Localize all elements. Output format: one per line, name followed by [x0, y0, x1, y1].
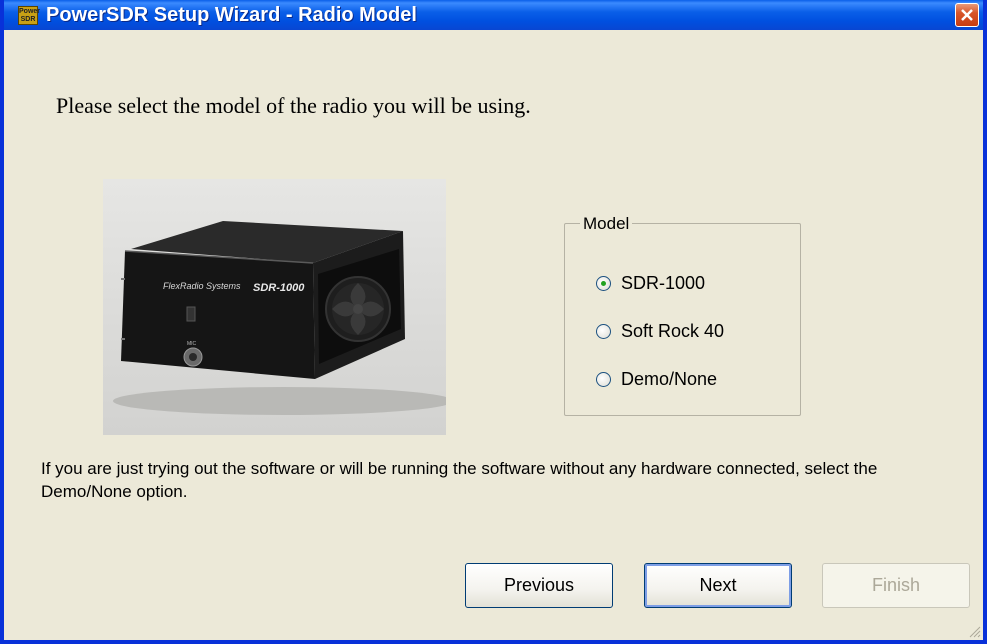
svg-text:MIC: MIC [187, 341, 197, 347]
window-title: PowerSDR Setup Wizard - Radio Model [46, 4, 417, 26]
radio-label-soft-rock-40: Soft Rock 40 [621, 320, 725, 341]
finish-button[interactable]: Finish [822, 563, 970, 608]
radio-photo: FlexRadio Systems SDR-1000 MIC [103, 179, 446, 435]
page-heading: Please select the model of the radio you… [56, 93, 531, 118]
next-button[interactable]: Next [644, 563, 792, 608]
radio-soft-rock-40[interactable]: Soft Rock 40 [596, 320, 724, 342]
radio-button-checked[interactable] [596, 275, 611, 291]
app-icon-text: Power SDR [19, 8, 41, 23]
model-group-legend: Model [580, 214, 633, 234]
title-bar[interactable]: Power SDR PowerSDR Setup Wizard - Radio … [4, 0, 983, 30]
wizard-window: Power SDR PowerSDR Setup Wizard - Radio … [0, 0, 987, 644]
radio-label-demo-none: Demo/None [621, 368, 718, 389]
radio-sdr-1000[interactable]: SDR-1000 [596, 272, 705, 294]
close-icon [961, 9, 973, 21]
powersdr-app-icon: Power SDR [18, 6, 41, 25]
radio-label-sdr-1000: SDR-1000 [621, 272, 706, 293]
radio-demo-none[interactable]: Demo/None [596, 368, 717, 390]
radio-button[interactable] [596, 323, 611, 339]
info-text: If you are just trying out the software … [41, 459, 878, 501]
previous-button[interactable]: Previous [465, 563, 613, 608]
radio-button[interactable] [596, 371, 611, 387]
photo-model-text: SDR-1000 [253, 282, 305, 294]
photo-brand-text: FlexRadio Systems [163, 281, 241, 291]
close-button[interactable] [955, 3, 979, 27]
resize-grip-icon[interactable] [967, 624, 981, 638]
